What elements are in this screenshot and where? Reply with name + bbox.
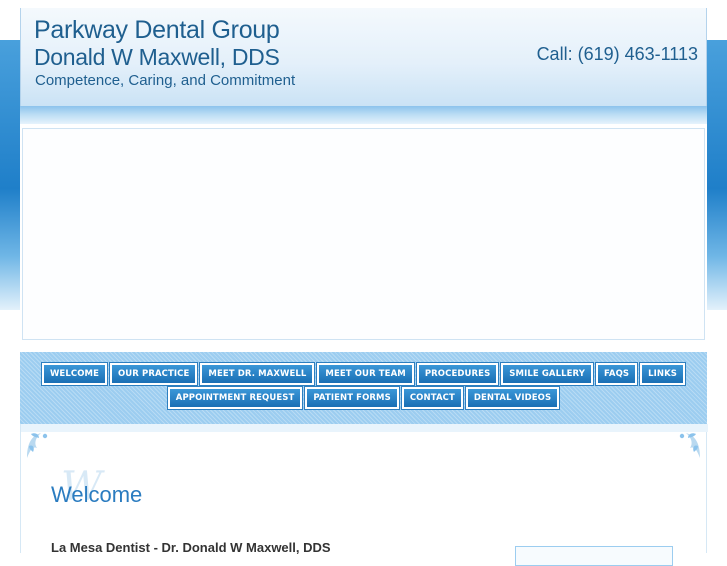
page-title: Welcome [51, 482, 143, 507]
nav-row-secondary: APPOINTMENT REQUEST PATIENT FORMS CONTAC… [20, 386, 707, 410]
sidebar-box [515, 546, 673, 566]
nav-patient-forms[interactable]: PATIENT FORMS [304, 386, 400, 410]
main-navigation: WELCOME OUR PRACTICE MEET DR. MAXWELL ME… [20, 352, 707, 424]
doctor-name: Donald W Maxwell, DDS [34, 44, 280, 70]
banner-image-area [22, 128, 705, 340]
nav-welcome[interactable]: WELCOME [40, 362, 108, 386]
nav-links[interactable]: LINKS [639, 362, 687, 386]
nav-faqs[interactable]: FAQS [594, 362, 639, 386]
nav-contact[interactable]: CONTACT [400, 386, 464, 410]
content-top-edge [21, 424, 708, 432]
practice-name[interactable]: Parkway Dental Group [34, 16, 280, 45]
tagline: Competence, Caring, and Commitment [35, 72, 296, 89]
nav-row-primary: WELCOME OUR PRACTICE MEET DR. MAXWELL ME… [20, 362, 707, 386]
nav-meet-dr-maxwell[interactable]: MEET DR. MAXWELL [199, 362, 316, 386]
floral-corner-icon [27, 433, 48, 458]
nav-our-practice[interactable]: OUR PRACTICE [108, 362, 199, 386]
header-divider [20, 106, 707, 124]
nav-meet-our-team[interactable]: MEET OUR TEAM [316, 362, 415, 386]
site-header: Parkway Dental Group Donald W Maxwell, D… [20, 8, 707, 108]
main-content: W Welcome La Mesa Dentist - Dr. Donald W… [20, 424, 708, 566]
intro-title: La Mesa Dentist - Dr. Donald W Maxwell, … [51, 540, 331, 555]
floral-corner-icon [679, 433, 700, 458]
nav-dental-videos[interactable]: DENTAL VIDEOS [464, 386, 561, 410]
phone-number: Call: (619) 463-1113 [536, 44, 698, 64]
nav-smile-gallery[interactable]: SMILE GALLERY [500, 362, 594, 386]
nav-procedures[interactable]: PROCEDURES [415, 362, 500, 386]
page-container: Parkway Dental Group Donald W Maxwell, D… [20, 8, 708, 566]
nav-appointment-request[interactable]: APPOINTMENT REQUEST [166, 386, 304, 410]
